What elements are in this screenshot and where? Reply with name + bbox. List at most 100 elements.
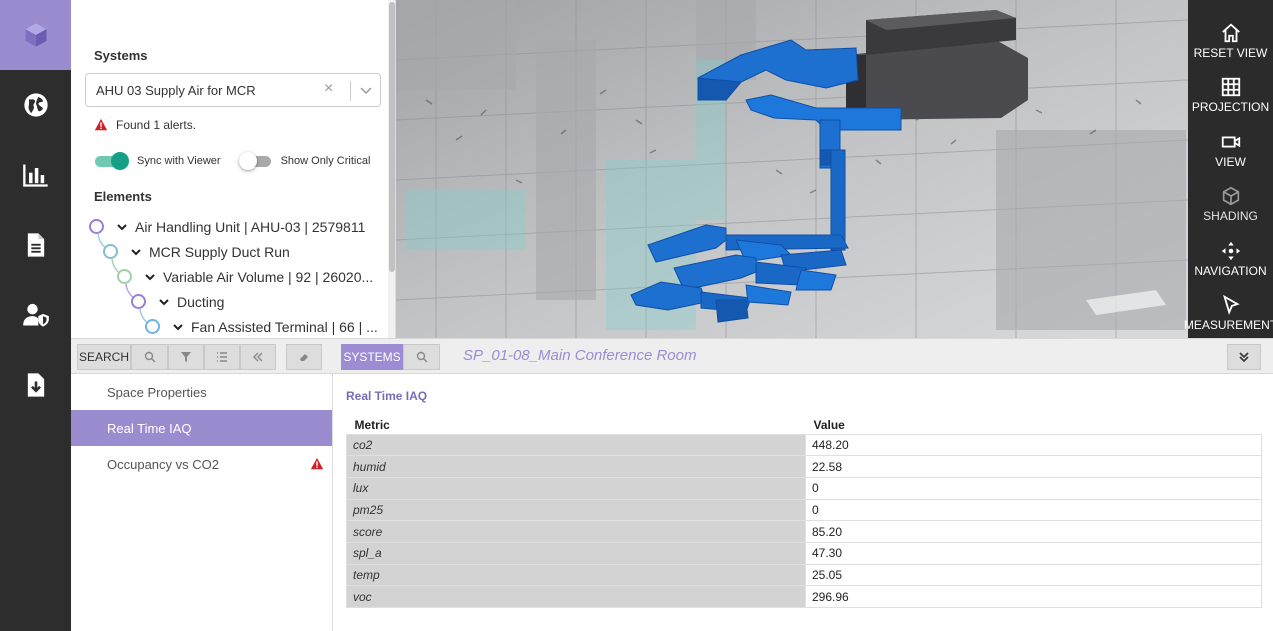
- tree-node-circle: [103, 244, 118, 259]
- export-nav-button[interactable]: [0, 350, 71, 420]
- systems-title: Systems: [94, 48, 148, 63]
- sync-viewer-toggle[interactable]: [95, 152, 129, 170]
- iaq-title: Real Time IAQ: [346, 389, 428, 403]
- nav-space-properties[interactable]: Space Properties: [71, 374, 332, 410]
- sync-viewer-label: Sync with Viewer: [137, 155, 221, 167]
- tree-node-label: Ducting: [177, 294, 225, 310]
- nav-item-label: Occupancy vs CO2: [107, 456, 219, 472]
- space-title: SP_01-08_Main Conference Room: [463, 347, 697, 364]
- value-cell: 296.96: [805, 585, 1262, 608]
- document-nav-button[interactable]: [0, 210, 71, 280]
- ahu-unit: [846, 10, 1028, 120]
- download-file-icon: [27, 373, 44, 397]
- table-row: lux 0: [346, 476, 1262, 500]
- model-nav-button[interactable]: [0, 0, 71, 70]
- shading-button[interactable]: SHADING: [1188, 181, 1273, 235]
- bar-chart-icon: [22, 164, 48, 187]
- chevron-down-icon[interactable]: [358, 82, 374, 98]
- value-cell: 25.05: [805, 563, 1262, 587]
- value-cell: 47.30: [805, 541, 1262, 565]
- warning-icon: [310, 457, 324, 470]
- chevron-down-icon[interactable]: [159, 297, 169, 307]
- alert-text: Found 1 alerts.: [116, 118, 197, 132]
- table-row: spl_a 47.30: [346, 541, 1262, 565]
- systems-panel: Systems AHU 03 Supply Air for MCR × Foun…: [71, 0, 396, 338]
- document-icon: [27, 233, 44, 257]
- tree-node-row[interactable]: Fan Assisted Terminal | 66 | ...: [145, 315, 385, 338]
- projection-label: PROJECTION: [1191, 100, 1270, 114]
- nav-item-label: Space Properties: [107, 384, 207, 400]
- tree-node-circle: [89, 219, 104, 234]
- tree-node-row[interactable]: Air Handling Unit | AHU-03 | 2579811: [89, 215, 365, 239]
- iaq-content: Real Time IAQ Metric Value co2 448.20 hum…: [333, 374, 1273, 631]
- tree-node-row[interactable]: MCR Supply Duct Run: [103, 240, 290, 264]
- warning-icon: [94, 118, 108, 131]
- value-cell: 85.20: [805, 520, 1262, 543]
- chevron-down-icon[interactable]: [145, 272, 155, 282]
- value-cell: 0: [805, 476, 1262, 500]
- property-toolbar: SEARCH SYSTEMS SP_01-08_Main Conference …: [71, 338, 1273, 374]
- analytics-nav-button[interactable]: [0, 140, 71, 210]
- eraser-button[interactable]: [286, 344, 322, 370]
- elements-title: Elements: [94, 189, 152, 204]
- expand-panel-button[interactable]: [1227, 344, 1261, 370]
- nav-item-label: Real Time IAQ: [107, 420, 192, 436]
- home-icon: [1221, 23, 1240, 43]
- metric-cell: co2: [346, 433, 806, 457]
- cursor-arrow-icon: [1222, 294, 1240, 316]
- table-row: pm25 0: [346, 498, 1262, 522]
- tree-node-label: Variable Air Volume | 92 | 26020...: [163, 269, 374, 285]
- double-chevron-down-icon: [1239, 352, 1249, 363]
- scrollbar-thumb[interactable]: [389, 2, 395, 272]
- chevron-down-icon[interactable]: [117, 222, 127, 232]
- show-critical-label: Show Only Critical: [280, 155, 371, 167]
- tree-node-row[interactable]: Variable Air Volume | 92 | 26020...: [117, 265, 387, 289]
- reset-view-button[interactable]: RESET VIEW: [1188, 18, 1273, 72]
- nav-occupancy-vs-co2[interactable]: Occupancy vs CO2: [71, 446, 332, 482]
- list-icon: [217, 352, 227, 362]
- globe-nav-button[interactable]: [0, 70, 71, 140]
- search-icon: [416, 351, 427, 363]
- clear-icon[interactable]: ×: [324, 80, 333, 98]
- metric-cell: spl_a: [346, 541, 806, 565]
- nav-real-time-iaq[interactable]: Real Time IAQ: [71, 410, 332, 446]
- tree-node-label: Air Handling Unit | AHU-03 | 2579811: [135, 219, 366, 235]
- metric-cell: temp: [346, 563, 806, 587]
- tree-node-circle: [145, 319, 160, 334]
- metric-cell: humid: [346, 455, 806, 478]
- alert-summary: Found 1 alerts.: [94, 118, 196, 132]
- value-cell: 0: [805, 498, 1262, 522]
- tree-node-row[interactable]: Ducting: [131, 290, 224, 314]
- table-row: co2 448.20: [346, 433, 1262, 457]
- search-button[interactable]: [131, 344, 168, 370]
- value-cell: 22.58: [805, 455, 1262, 478]
- model-viewer[interactable]: [396, 0, 1188, 338]
- systems-scrollbar[interactable]: [388, 0, 395, 338]
- viewer-toolbar: RESET VIEW PROJECTION VIEW SHADING NAVIG…: [1184, 0, 1273, 338]
- show-critical-toggle[interactable]: [238, 152, 273, 170]
- projection-button[interactable]: PROJECTION: [1188, 72, 1273, 126]
- system-select[interactable]: AHU 03 Supply Air for MCR ×: [85, 73, 381, 107]
- navigation-button[interactable]: NAVIGATION: [1188, 236, 1273, 290]
- search-tab-button[interactable]: SEARCH: [77, 344, 131, 370]
- shading-label: SHADING: [1203, 209, 1258, 223]
- collapse-panel-button[interactable]: [240, 344, 276, 370]
- chevron-down-icon[interactable]: [131, 247, 141, 257]
- toggle-row: Sync with Viewer Show Only Critical: [95, 152, 388, 170]
- list-button[interactable]: [204, 344, 240, 370]
- property-nav: Space Properties Real Time IAQ Occupancy…: [71, 374, 333, 631]
- systems-search-button[interactable]: [403, 344, 440, 370]
- reset-view-label: RESET VIEW: [1193, 46, 1268, 60]
- view-button[interactable]: VIEW: [1188, 127, 1273, 181]
- systems-tab-button[interactable]: SYSTEMS: [341, 344, 403, 370]
- move-arrows-icon: [1221, 241, 1240, 261]
- navigation-label: NAVIGATION: [1194, 264, 1267, 278]
- value-column-header: Value: [813, 417, 845, 432]
- user-admin-nav-button[interactable]: [0, 280, 71, 350]
- metric-cell: pm25: [346, 498, 806, 522]
- chevron-down-icon[interactable]: [173, 322, 183, 332]
- metric-cell: voc: [346, 585, 806, 608]
- double-chevron-left-icon: [253, 352, 263, 362]
- measurement-button[interactable]: MEASUREMENT: [1184, 290, 1273, 344]
- filter-button[interactable]: [168, 344, 204, 370]
